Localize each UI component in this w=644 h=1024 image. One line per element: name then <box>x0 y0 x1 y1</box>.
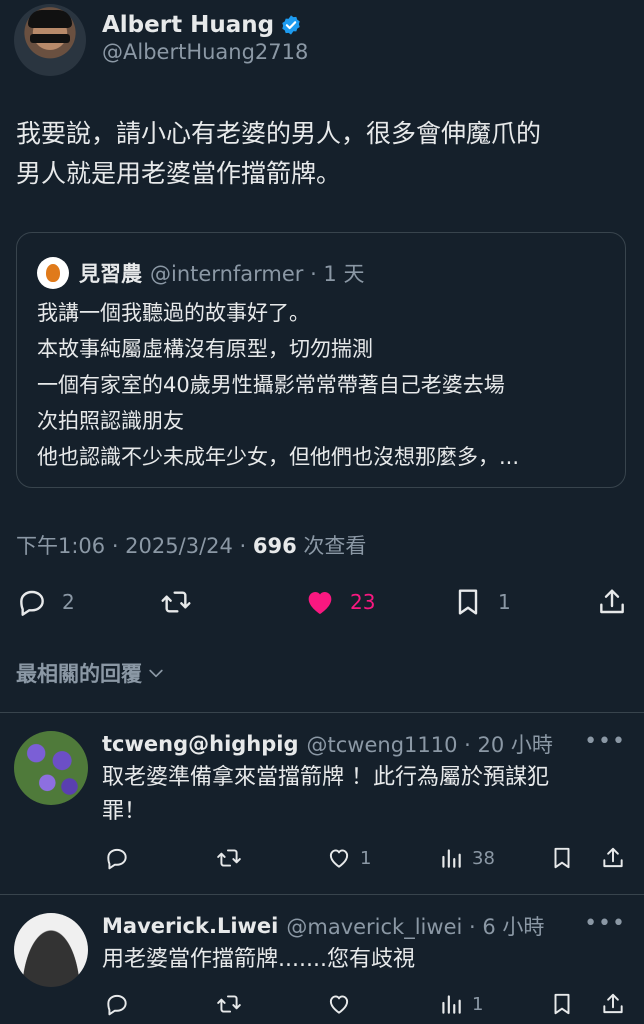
chevron-down-icon <box>149 669 163 678</box>
quoted-text-line: 一個有家室的40歲男性攝影常常帶著自己老婆去場 <box>37 373 505 397</box>
replies-sort-dropdown[interactable]: 最相關的回覆 <box>16 658 166 688</box>
reply-retweet-button[interactable] <box>216 845 242 871</box>
share-icon <box>603 993 623 1014</box>
reply-like-count: 1 <box>360 847 372 869</box>
tweet-text-line: 我要說，請小心有老婆的男人，很多會伸魔爪的 <box>16 119 542 148</box>
quoted-author-avatar <box>37 257 69 289</box>
reply-header: tcweng@highpig @tcweng1110 · 20 小時 <box>102 729 553 759</box>
share-icon <box>603 847 623 868</box>
reply-author-name[interactable]: tcweng@highpig <box>102 732 299 756</box>
reply-views-count: 1 <box>472 993 484 1015</box>
reply-text-line: 用老婆當作擋箭牌.......您有歧視 <box>102 947 415 972</box>
reply-count: 2 <box>62 590 75 614</box>
heart-icon <box>329 849 349 868</box>
reply-avatar[interactable] <box>14 731 88 805</box>
reply-author-handle-time: @tcweng1110 · 20 小時 <box>306 733 553 757</box>
tweet-action-bar: 2 23 1 <box>0 586 644 626</box>
bookmark-icon <box>554 993 570 1015</box>
reply-text: 用老婆當作擋箭牌.......您有歧視 <box>102 943 618 977</box>
views-label: 次查看 <box>296 534 367 558</box>
author-display-name-text[interactable]: Albert Huang <box>102 12 274 38</box>
reply-reply-button[interactable] <box>104 845 130 871</box>
tweet-meta: 下午1:06 · 2025/3/24 · 696 次查看 <box>16 530 366 560</box>
quoted-text-line: 他也認識不少未成年少女，但他們也沒想那麼多，... <box>37 445 520 469</box>
share-icon <box>600 589 624 614</box>
reply-text: 取老婆準備拿來當擋箭牌 ！此行為屬於預謀犯 罪！ <box>102 761 618 829</box>
retweet-button[interactable] <box>160 586 192 618</box>
reply-icon <box>107 994 127 1016</box>
like-button[interactable]: 23 <box>304 586 375 618</box>
more-options-icon[interactable]: ••• <box>584 729 626 754</box>
author-names: Albert Huang @AlbertHuang2718 <box>102 12 308 64</box>
bookmark-button[interactable]: 1 <box>452 586 511 618</box>
quoted-text-line: 次拍照認識朋友 <box>37 409 184 433</box>
quoted-tweet-text: 我講一個我聽過的故事好了。 本故事純屬虛構沒有原型，切勿揣測 一個有家室的40歲… <box>37 295 609 475</box>
views-count: 696 <box>252 534 297 558</box>
reply-bookmark-button[interactable] <box>549 991 575 1017</box>
quoted-tweet-card[interactable]: 見習農 @internfarmer · 1 天 我講一個我聽過的故事好了。 本故… <box>16 232 626 488</box>
author-avatar[interactable] <box>14 4 86 76</box>
reply-text-line: 取老婆準備拿來當擋箭牌 ！此行為屬於預謀犯 <box>102 765 549 790</box>
bookmark-count: 1 <box>498 590 511 614</box>
reply-item[interactable]: tcweng@highpig @tcweng1110 · 20 小時 ••• 取… <box>0 713 644 893</box>
bookmark-icon <box>458 589 478 615</box>
more-options-icon[interactable]: ••• <box>584 911 626 936</box>
reply-share-button[interactable] <box>600 845 626 871</box>
analytics-icon <box>442 849 461 868</box>
reply-icon <box>107 848 127 870</box>
author-header: Albert Huang @AlbertHuang2718 <box>14 4 308 76</box>
reply-item[interactable]: Maverick.Liwei @maverick_liwei · 6 小時 ••… <box>0 895 644 1024</box>
reply-bookmark-button[interactable] <box>549 845 575 871</box>
author-display-name[interactable]: Albert Huang <box>102 12 308 38</box>
reply-views-button[interactable]: 1 <box>438 991 483 1017</box>
bookmark-icon <box>554 847 570 869</box>
verified-badge-icon <box>282 15 300 35</box>
reply-avatar[interactable] <box>14 913 88 987</box>
heart-filled-icon <box>308 592 332 614</box>
reply-retweet-button[interactable] <box>216 991 242 1017</box>
reply-author-handle-time: @maverick_liwei · 6 小時 <box>286 915 545 939</box>
tweet-text: 我要說，請小心有老婆的男人，很多會伸魔爪的 男人就是用老婆當作擋箭牌。 <box>16 114 628 194</box>
reply-share-button[interactable] <box>600 991 626 1017</box>
quoted-text-line: 本故事純屬虛構沒有原型，切勿揣測 <box>37 337 373 361</box>
retweet-icon <box>217 995 241 1013</box>
reply-views-count: 38 <box>472 847 495 869</box>
share-button[interactable] <box>596 586 628 618</box>
reply-header: Maverick.Liwei @maverick_liwei · 6 小時 <box>102 911 544 941</box>
author-handle[interactable]: @AlbertHuang2718 <box>102 40 308 64</box>
reply-author-name[interactable]: Maverick.Liwei <box>102 914 278 938</box>
replies-sort-label: 最相關的回覆 <box>16 662 142 686</box>
retweet-icon <box>217 849 241 867</box>
quoted-author-handle-time: @internfarmer · 1 天 <box>150 262 365 286</box>
like-count: 23 <box>350 590 376 614</box>
heart-icon <box>329 995 349 1014</box>
reply-reply-button[interactable] <box>104 991 130 1017</box>
analytics-icon <box>442 995 461 1014</box>
reply-like-button[interactable] <box>326 991 352 1017</box>
reply-button[interactable]: 2 <box>16 586 75 618</box>
reply-like-button[interactable]: 1 <box>326 845 371 871</box>
tweet-text-line: 男人就是用老婆當作擋箭牌。 <box>16 159 342 188</box>
tweet-timestamp[interactable]: 下午1:06 · 2025/3/24 · <box>16 534 253 558</box>
reply-icon <box>20 590 44 616</box>
retweet-icon <box>161 591 191 613</box>
quoted-tweet-header: 見習農 @internfarmer · 1 天 <box>37 257 364 289</box>
quoted-author-name: 見習農 <box>79 262 142 286</box>
quoted-text-line: 我講一個我聽過的故事好了。 <box>37 301 310 325</box>
tweet-detail-page: Albert Huang @AlbertHuang2718 我要說，請小心有老婆… <box>0 0 644 1024</box>
reply-views-button[interactable]: 38 <box>438 845 495 871</box>
reply-text-line: 罪！ <box>102 799 147 824</box>
